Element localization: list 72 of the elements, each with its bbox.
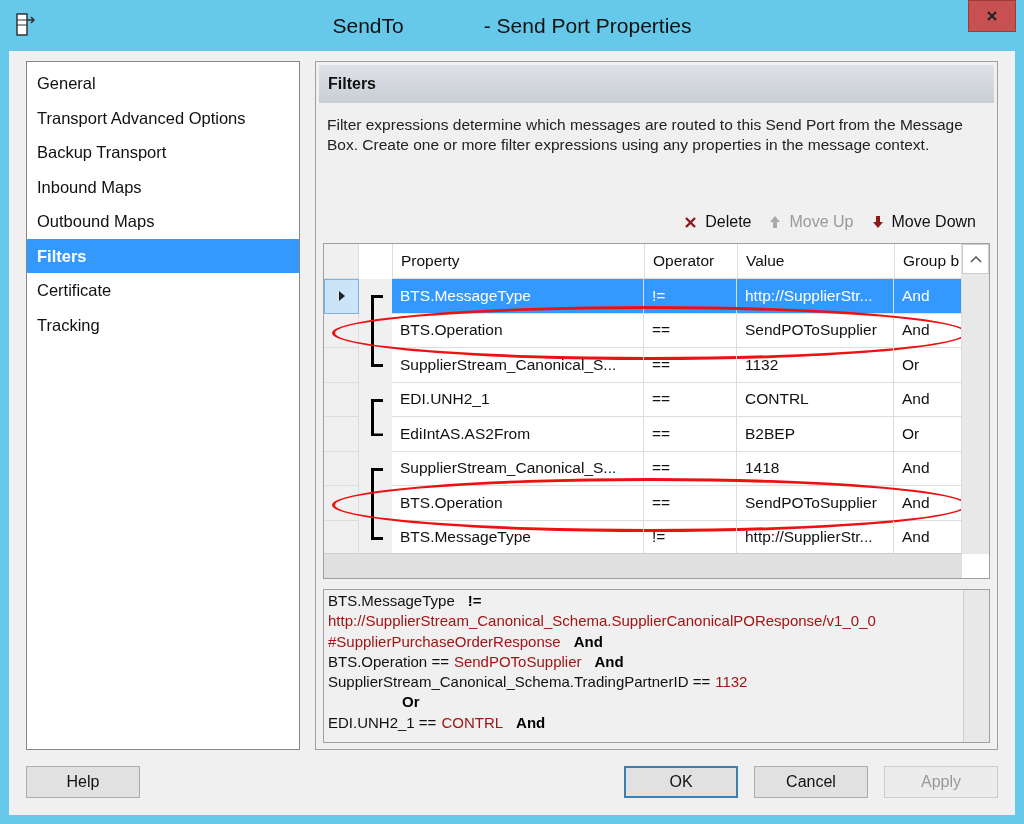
server-arrow-icon [15, 13, 37, 37]
table-cell: BTS.Operation [392, 486, 644, 521]
table-cell: And [894, 279, 962, 314]
value-text: http://SupplierStream_Canonical_Schema.SupplierCanonicalPOResponse/v1_0_0 [328, 612, 876, 630]
table-cell: EdiIntAS.AS2From [392, 417, 644, 452]
close-button[interactable] [968, 0, 1016, 32]
window-title: - Send Port Properties [483, 13, 692, 38]
operator-text: And [573, 632, 603, 650]
sidebar-item[interactable]: General [27, 66, 299, 101]
table-cell: == [644, 348, 737, 383]
value-text: SendPOToSupplier [453, 652, 582, 670]
operator-text: And [516, 713, 546, 731]
chevron-up-icon [969, 255, 982, 263]
table-cell: == [644, 417, 737, 452]
row-header[interactable] [324, 486, 359, 521]
corner-cell [324, 244, 359, 279]
delete-button[interactable]: Delete [684, 213, 752, 231]
panel-header: Filters [319, 65, 994, 103]
table-cell: == [644, 313, 737, 348]
sidebar-item[interactable]: Outbound Maps [27, 204, 299, 239]
vertical-scrollbar[interactable] [963, 590, 989, 742]
description-text: Filter expressions determine which messages are routed to this Send Port from the Message Box. Create one or more filter expressions using any properties in the message context. [326, 115, 964, 155]
sidebar-item[interactable]: Tracking [27, 307, 299, 342]
operator-text: != [467, 592, 482, 609]
column-header[interactable]: Value [738, 244, 895, 279]
group-bracket [371, 295, 383, 367]
table-cell: == [644, 451, 737, 486]
table-cell: BTS.Operation [392, 313, 644, 348]
value-text: CONTRL [441, 713, 504, 731]
row-pointer-icon [337, 290, 346, 303]
operator-text: Or [402, 693, 420, 711]
move-down-button[interactable]: Move Down [871, 213, 976, 231]
column-header[interactable]: Operator [645, 244, 738, 279]
group-bracket [371, 398, 383, 436]
value-text: #SupplierPurchaseOrderResponse [328, 632, 561, 650]
close-icon [986, 10, 998, 22]
vertical-scrollbar[interactable] [961, 244, 989, 554]
table-cell: SupplierStream_Canonical_S... [392, 451, 644, 486]
table-cell: == [644, 382, 737, 417]
value-text: 1132 [715, 673, 748, 691]
sidebar-item[interactable]: Transport Advanced Options [27, 100, 299, 135]
table-cell: == [644, 486, 737, 521]
sidebar-item[interactable]: Backup Transport [27, 135, 299, 170]
row-header[interactable] [324, 313, 359, 348]
close-icon [684, 215, 698, 229]
window-title: SendTo [332, 13, 404, 38]
table-cell: 1132 [737, 348, 894, 383]
table-cell: SendPOToSupplier [737, 486, 894, 521]
table-cell: B2BEP [737, 417, 894, 452]
operator-text: And [594, 652, 624, 670]
table-cell: http://SupplierStr... [737, 279, 894, 314]
table-cell: != [644, 279, 737, 314]
horizontal-scrollbar[interactable] [324, 553, 962, 578]
arrow-down-icon [871, 215, 884, 229]
cancel-button[interactable]: Cancel [754, 766, 868, 798]
column-header[interactable]: Property [393, 244, 645, 279]
ok-button[interactable]: OK [624, 766, 738, 798]
property-text: BTS.Operation == [328, 652, 449, 670]
help-button[interactable]: Help [26, 766, 140, 798]
table-cell: SendPOToSupplier [737, 313, 894, 348]
table-cell: CONTRL [737, 382, 894, 417]
table-cell: 1418 [737, 451, 894, 486]
arrow-up-icon [769, 215, 782, 229]
property-text: EDI.UNH2_1 == [328, 713, 437, 731]
row-header[interactable] [324, 279, 359, 314]
sidebar-item[interactable]: Inbound Maps [27, 169, 299, 204]
table-cell: BTS.MessageType [392, 279, 644, 314]
property-text: SupplierStream_Canonical_Schema.TradingPartnerID == [328, 673, 711, 691]
property-text: BTS.MessageType [328, 592, 455, 609]
sidebar-item[interactable]: Certificate [27, 273, 299, 308]
table-cell: EDI.UNH2_1 [392, 382, 644, 417]
table-cell: SupplierStream_Canonical_S... [392, 348, 644, 383]
